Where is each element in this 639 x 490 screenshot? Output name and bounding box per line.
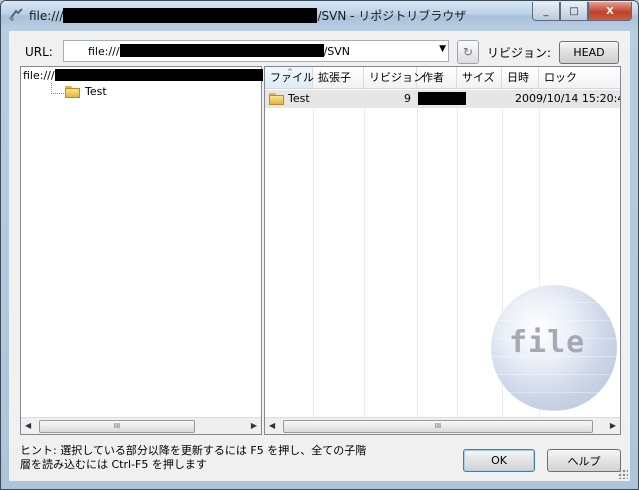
url-value: file:/// /SVN bbox=[88, 44, 350, 58]
help-button[interactable]: ヘルプ bbox=[547, 449, 621, 472]
list-horizontal-scrollbar[interactable]: ◀ III ▶ bbox=[265, 417, 620, 434]
tree-root-item[interactable]: file:/// bbox=[23, 69, 263, 82]
cell-name: Test bbox=[269, 92, 310, 105]
cell-author bbox=[418, 92, 466, 108]
cell-revision: 9 bbox=[404, 92, 411, 105]
column-header-size[interactable]: サイズ bbox=[457, 67, 502, 88]
tree-root-prefix: file:/// bbox=[23, 69, 55, 82]
ok-button[interactable]: OK bbox=[463, 449, 535, 472]
file-list[interactable]: ^ ファイル 拡張子 リビジョン 作者 サイズ 日時 ロック Test 9 20… bbox=[264, 66, 621, 435]
scroll-left-icon[interactable]: ◀ bbox=[25, 421, 31, 430]
redacted-path bbox=[63, 8, 318, 23]
revision-label: リビジョン: bbox=[487, 46, 552, 60]
window-title: file:/// /SVN - リポジトリブラウザ bbox=[29, 7, 466, 24]
history-button[interactable]: ↻ bbox=[457, 40, 479, 64]
url-combobox[interactable]: file:/// /SVN ▼ bbox=[63, 40, 449, 62]
folder-icon bbox=[269, 92, 284, 105]
close-button[interactable]: X bbox=[588, 2, 632, 21]
cell-date: 2009/10/14 15:20:43 bbox=[515, 92, 621, 105]
scroll-thumb[interactable]: III bbox=[39, 420, 195, 433]
title-prefix: file:/// bbox=[29, 9, 64, 23]
file-name: Test bbox=[288, 92, 310, 105]
title-suffix: /SVN - リポジトリブラウザ bbox=[317, 9, 467, 23]
revision-head-button[interactable]: HEAD bbox=[559, 41, 619, 64]
title-bar[interactable]: file:/// /SVN - リポジトリブラウザ _ □ X bbox=[1, 1, 638, 29]
url-label: URL: bbox=[25, 45, 53, 59]
column-header-revision[interactable]: リビジョン bbox=[364, 67, 424, 88]
hint-text: ヒント: 選択している部分以降を更新するには F5 を押し、全ての子階 層を読み… bbox=[20, 444, 440, 472]
column-header-lock[interactable]: ロック bbox=[539, 67, 620, 88]
column-divider bbox=[457, 89, 458, 417]
redacted-url bbox=[119, 44, 324, 57]
column-divider bbox=[364, 89, 365, 417]
url-prefix: file:/// bbox=[88, 45, 120, 58]
list-header: ^ ファイル 拡張子 リビジョン 作者 サイズ 日時 ロック bbox=[265, 67, 620, 89]
redacted-author bbox=[418, 92, 466, 105]
column-divider bbox=[313, 89, 314, 417]
repository-tree[interactable]: file:/// Test ◀ III ▶ bbox=[20, 66, 263, 435]
hint-line-1: ヒント: 選択している部分以降を更新するには F5 を押し、全ての子階 bbox=[20, 444, 367, 457]
scroll-right-icon[interactable]: ▶ bbox=[251, 421, 257, 430]
column-header-author[interactable]: 作者 bbox=[417, 67, 457, 88]
dialog-client-area: URL: file:/// /SVN ▼ ↻ リビジョン: HEAD file:/… bbox=[9, 31, 630, 481]
tree-item-label: Test bbox=[85, 85, 107, 98]
column-header-date[interactable]: 日時 bbox=[502, 67, 539, 88]
tortoisesvn-app-icon bbox=[9, 8, 23, 21]
table-row[interactable]: Test 9 2009/10/14 15:20:43 bbox=[265, 90, 620, 108]
tree-horizontal-scrollbar[interactable]: ◀ III ▶ bbox=[21, 417, 261, 434]
url-suffix: /SVN bbox=[323, 45, 351, 58]
watermark-text: file bbox=[509, 325, 586, 360]
scroll-right-icon[interactable]: ▶ bbox=[610, 421, 616, 430]
folder-icon bbox=[65, 85, 80, 98]
redacted-root-path bbox=[54, 69, 263, 81]
column-divider bbox=[417, 89, 418, 417]
history-icon: ↻ bbox=[462, 45, 474, 59]
maximize-button[interactable]: □ bbox=[560, 2, 588, 21]
tree-connector bbox=[51, 83, 64, 94]
scroll-thumb[interactable]: III bbox=[283, 420, 593, 433]
repository-browser-window: file:/// /SVN - リポジトリブラウザ _ □ X URL: file… bbox=[0, 0, 639, 490]
scroll-left-icon[interactable]: ◀ bbox=[269, 421, 275, 430]
tree-item-test[interactable]: Test bbox=[65, 85, 107, 98]
column-header-extension[interactable]: 拡張子 bbox=[313, 67, 364, 88]
dropdown-arrow-icon[interactable]: ▼ bbox=[439, 44, 446, 54]
resize-grip-icon[interactable] bbox=[618, 469, 628, 479]
column-header-file[interactable]: ^ ファイル bbox=[265, 67, 314, 88]
sort-asc-icon: ^ bbox=[287, 68, 293, 76]
minimize-button[interactable]: _ bbox=[532, 2, 560, 21]
hint-line-2: 層を読み込むには Ctrl-F5 を押します bbox=[20, 458, 207, 471]
